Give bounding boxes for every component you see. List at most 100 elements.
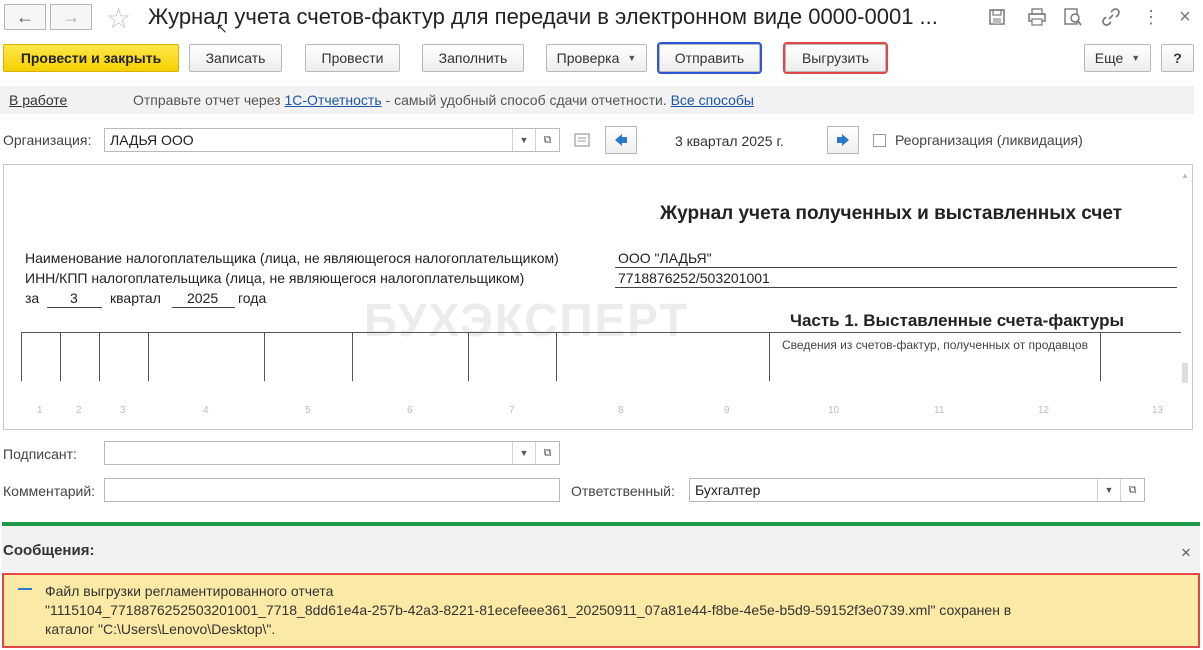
column-number: 8	[618, 405, 624, 416]
more-dropdown-button[interactable]: Еще ▼	[1084, 44, 1151, 72]
column-number: 11	[934, 405, 945, 416]
check-dropdown-button[interactable]: Проверка ▼	[546, 44, 647, 72]
chevron-down-icon: ▼	[627, 53, 637, 63]
hint-suffix: - самый удобный способ сдачи отчетности.	[385, 92, 667, 108]
column-number: 10	[828, 405, 840, 416]
organization-field[interactable]: ЛАДЬЯ ООО ▼ ⧉	[104, 128, 560, 152]
comment-label: Комментарий:	[3, 483, 96, 499]
part1-heading: Часть 1. Выставленные счета-фактуры	[790, 311, 1125, 330]
open-icon[interactable]: ⧉	[1120, 479, 1144, 501]
post-and-close-button[interactable]: Провести и закрыть	[3, 44, 179, 72]
table-top-border	[21, 332, 1181, 333]
document-preview[interactable]: БУХЭКСПЕРТ Журнал учета полученных и выс…	[3, 164, 1193, 430]
chevron-down-icon: ▼	[1131, 53, 1141, 63]
table-col-line	[148, 332, 149, 382]
send-button[interactable]: Отправить	[657, 42, 762, 74]
watermark: БУХЭКСПЕРТ	[364, 294, 690, 346]
chevron-down-icon[interactable]: ▼	[1097, 479, 1120, 501]
message-line: "1115104_7718876252503201001_7718_8dd61e…	[45, 602, 1012, 618]
check-label: Проверка	[556, 50, 620, 66]
message-text: Файл выгрузки регламентированного отчета…	[45, 582, 1011, 639]
list-icon[interactable]	[574, 133, 590, 152]
table-col-line	[21, 332, 22, 382]
taxpayer-value: ООО "ЛАДЬЯ"	[618, 250, 712, 266]
inn-label: ИНН/КПП налогоплательщика (лица, не явля…	[25, 270, 525, 286]
column-number: 6	[407, 405, 413, 416]
column-number: 3	[120, 405, 126, 416]
organization-value: ЛАДЬЯ ООО	[110, 132, 194, 148]
column-number: 13	[1152, 405, 1164, 416]
post-button[interactable]: Провести	[305, 44, 400, 72]
table-col-line	[556, 332, 557, 382]
divider	[47, 307, 102, 308]
quarter-word: квартал	[110, 290, 161, 306]
divider	[615, 287, 1177, 288]
state-link[interactable]: В работе	[9, 92, 67, 108]
preview-icon[interactable]	[1062, 6, 1084, 28]
next-period-button[interactable]	[827, 126, 859, 154]
table-col-line	[99, 332, 100, 382]
status-hint: Отправьте отчет через 1С-Отчетность - са…	[133, 92, 754, 108]
period-for-label: за	[25, 290, 40, 306]
message-line: каталог "C:\Users\Lenovo\Desktop\".	[45, 621, 276, 637]
close-icon[interactable]: ×	[1181, 543, 1191, 563]
close-icon[interactable]: ×	[1174, 6, 1196, 28]
taxpayer-label: Наименование налогоплательщика (лица, не…	[25, 250, 559, 266]
more-vertical-icon[interactable]: ⋮	[1140, 6, 1162, 28]
open-icon[interactable]: ⧉	[535, 442, 559, 464]
favorite-star-icon[interactable]: ☆	[106, 2, 131, 35]
vertical-scrollbar[interactable]: ▲	[1180, 171, 1190, 423]
previous-period-button[interactable]	[605, 126, 637, 154]
collapse-icon[interactable]	[18, 588, 32, 590]
link-icon[interactable]	[1100, 6, 1122, 28]
column-number: 2	[76, 405, 82, 416]
column-number: 7	[509, 405, 515, 416]
signer-label: Подписант:	[3, 446, 77, 462]
chevron-down-icon[interactable]: ▼	[512, 442, 535, 464]
save-icon[interactable]	[986, 6, 1008, 28]
arrow-left-icon	[615, 134, 627, 146]
hint-prefix: Отправьте отчет через	[133, 92, 281, 108]
write-button[interactable]: Записать	[189, 44, 282, 72]
table-col-line	[1100, 332, 1101, 382]
responsible-label: Ответственный:	[571, 483, 675, 499]
arrow-left-icon: ←	[16, 6, 34, 27]
responsible-value: Бухгалтер	[695, 482, 761, 498]
inn-value: 7718876252/503201001	[618, 270, 770, 286]
scrollbar-thumb[interactable]	[1182, 363, 1188, 383]
quarter-number: 3	[70, 290, 78, 306]
signer-field[interactable]: ▼ ⧉	[104, 441, 560, 465]
table-col-line	[264, 332, 265, 382]
back-button[interactable]: ←	[4, 4, 46, 30]
column-number: 5	[305, 405, 311, 416]
arrow-right-icon: →	[62, 6, 80, 27]
message-item[interactable]: Файл выгрузки регламентированного отчета…	[2, 573, 1200, 648]
scroll-up-icon[interactable]: ▲	[1180, 171, 1190, 180]
responsible-field[interactable]: Бухгалтер ▼ ⧉	[689, 478, 1145, 502]
comment-field[interactable]	[104, 478, 560, 502]
reorganization-label: Реорганизация (ликвидация)	[895, 132, 1083, 148]
mouse-cursor-icon: ↖	[216, 20, 228, 36]
table-col-line	[468, 332, 469, 382]
reorganization-checkbox[interactable]	[873, 134, 886, 147]
fill-button[interactable]: Заполнить	[422, 44, 524, 72]
window-title: Журнал учета счетов-фактур для передачи …	[148, 4, 938, 29]
more-label: Еще	[1094, 50, 1124, 66]
messages-title: Сообщения:	[3, 542, 95, 559]
table-fade	[4, 381, 1192, 429]
forward-button[interactable]: →	[50, 4, 92, 30]
table-header-cell: Сведения из счетов-фактур, полученных от…	[782, 338, 1088, 352]
year-word: года	[238, 290, 267, 306]
open-icon[interactable]: ⧉	[535, 129, 559, 151]
help-button[interactable]: ?	[1161, 44, 1194, 72]
print-icon[interactable]	[1026, 6, 1048, 28]
chevron-down-icon[interactable]: ▼	[512, 129, 535, 151]
organization-label: Организация:	[3, 132, 92, 148]
arrow-right-icon	[837, 134, 849, 146]
reporting-service-link[interactable]: 1С-Отчетность	[285, 92, 382, 108]
column-number: 1	[37, 405, 43, 416]
table-col-line	[60, 332, 61, 382]
all-methods-link[interactable]: Все способы	[671, 92, 754, 108]
column-number: 12	[1038, 405, 1050, 416]
export-button[interactable]: Выгрузить	[783, 42, 888, 74]
